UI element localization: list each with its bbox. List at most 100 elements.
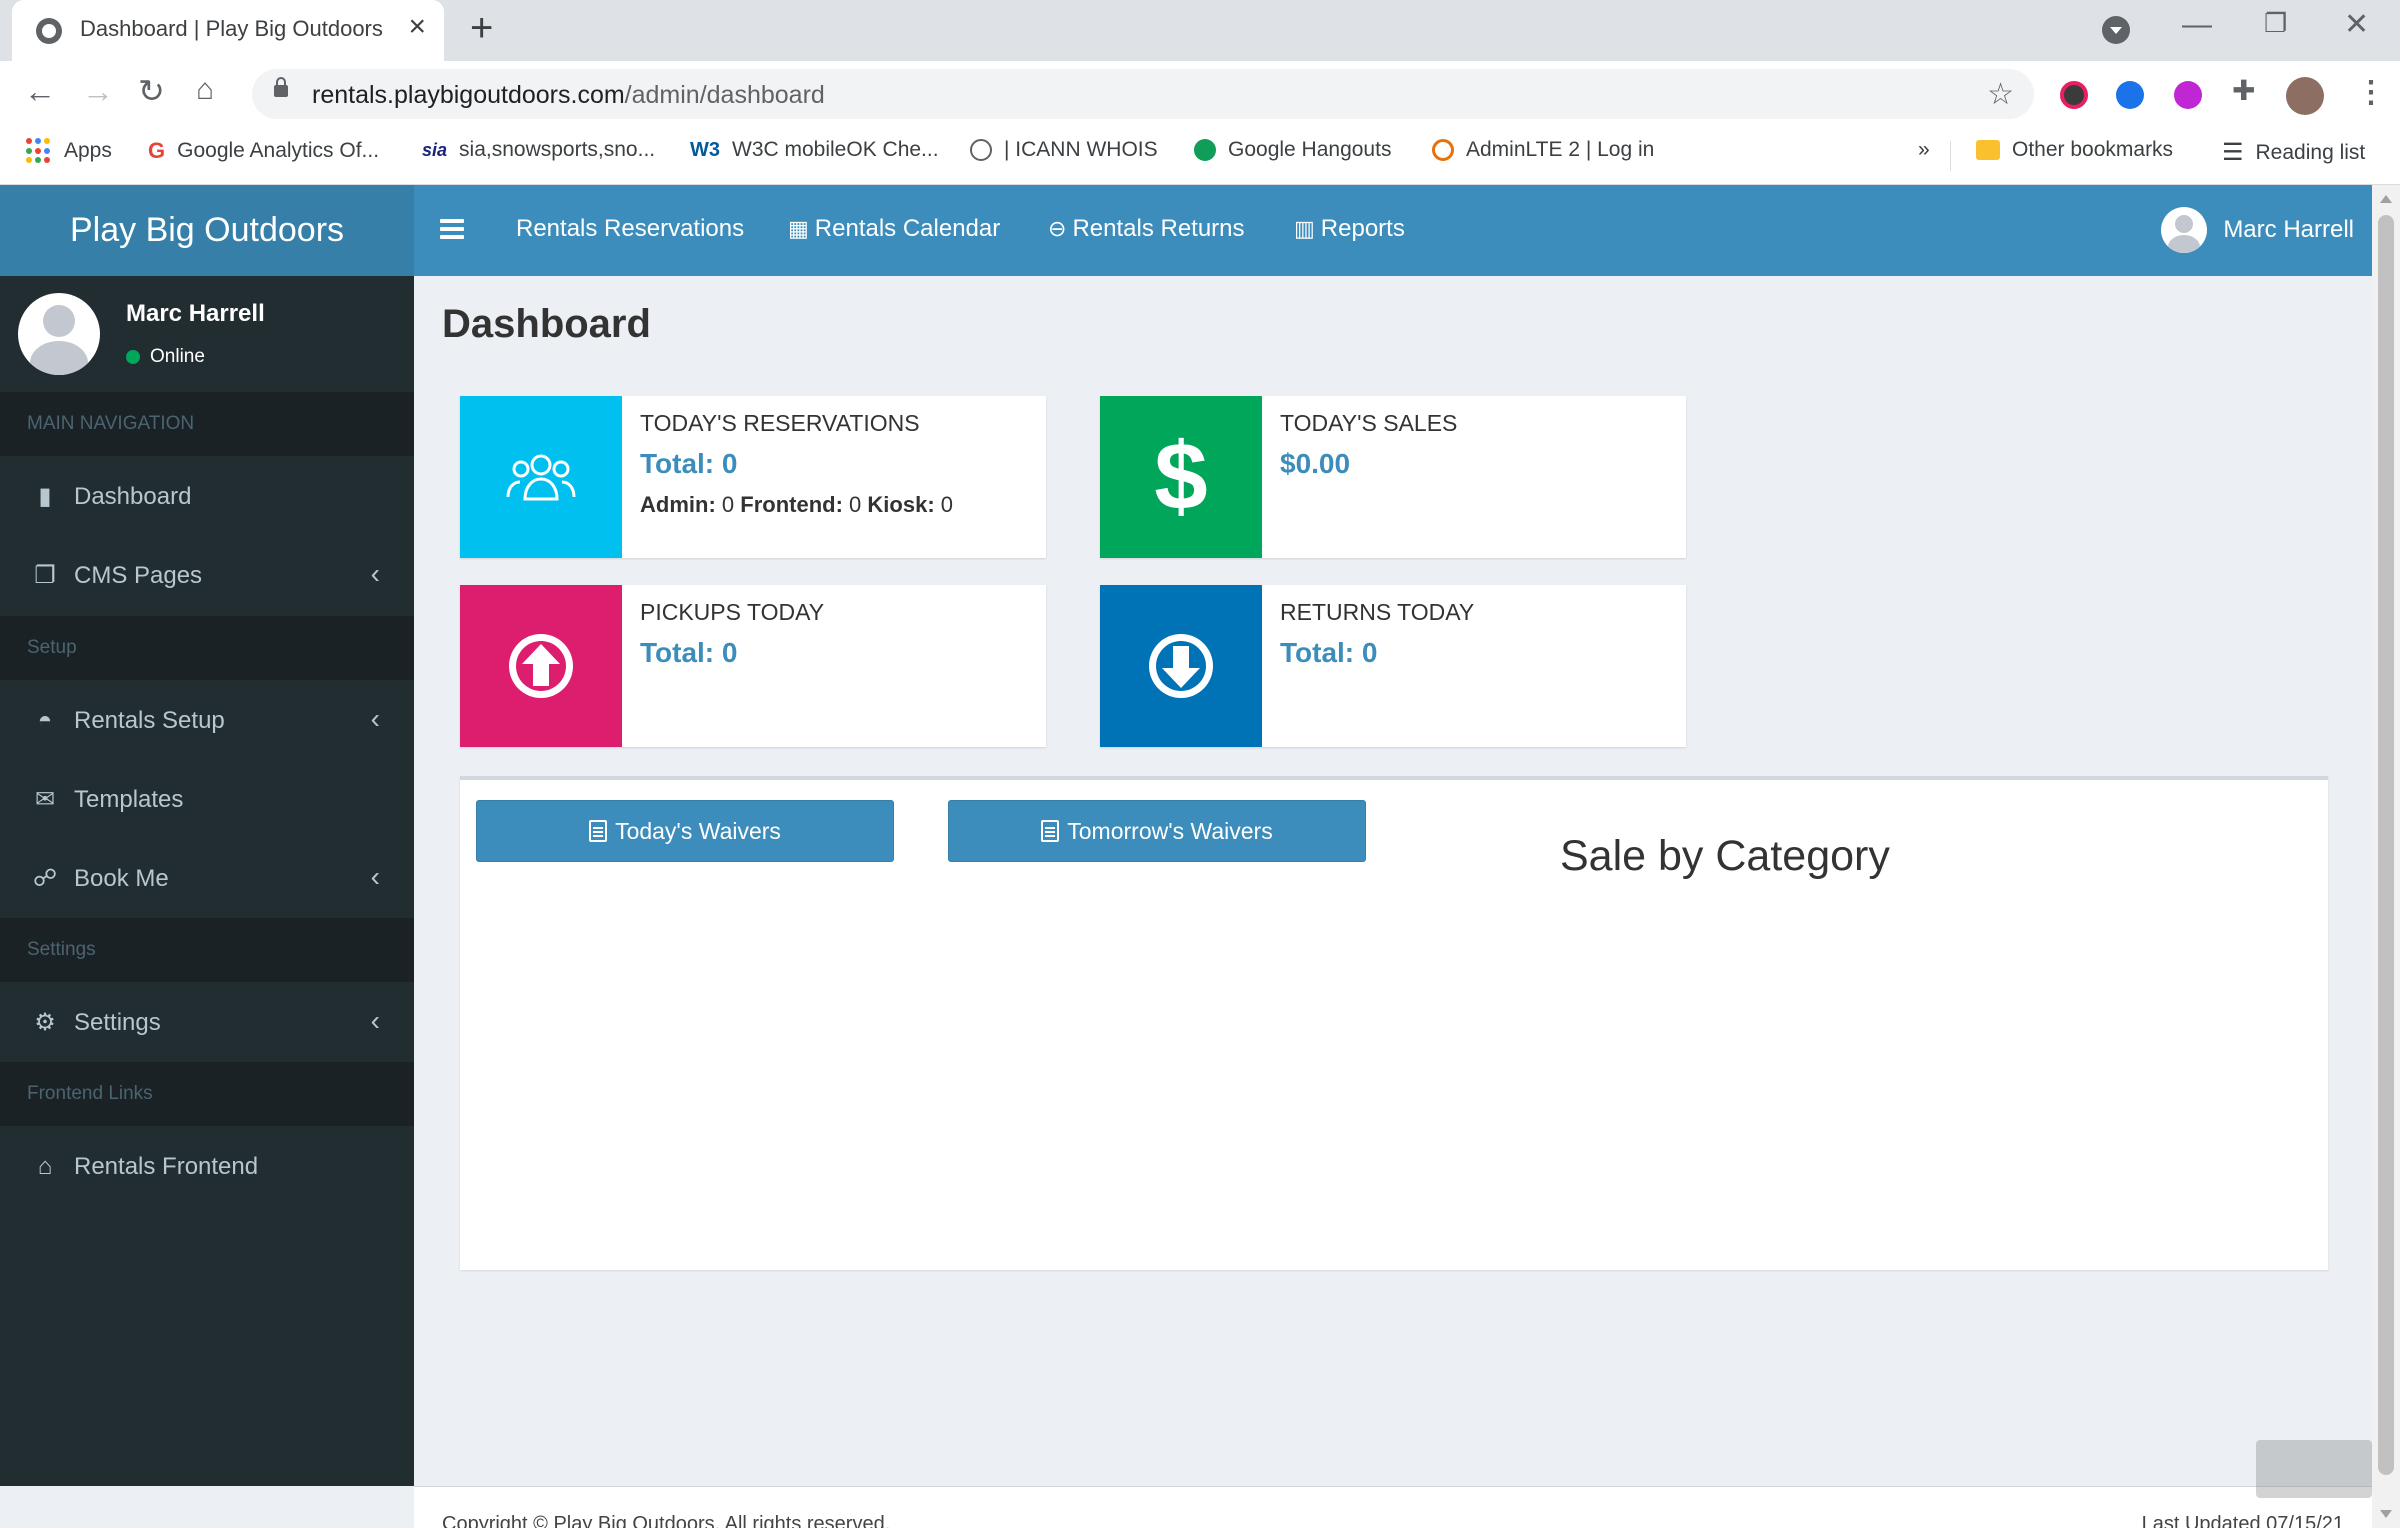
sidebar-item-templates[interactable]: ✉ Templates [0, 760, 414, 839]
sidebar-item-book-me[interactable]: ☍ Book Me ‹ [0, 839, 414, 918]
sidebar: Marc Harrell Online MAIN NAVIGATION ▮ Da… [0, 276, 414, 1486]
app-header: Play Big Outdoors Rentals Reservations ▦… [0, 185, 2372, 276]
reservations-label: TODAY'S RESERVATIONS [640, 410, 920, 436]
tab-title: Dashboard | Play Big Outdoors [80, 16, 383, 41]
extension-icon[interactable] [2116, 81, 2144, 109]
info-box-reservations: TODAY'S RESERVATIONS Total: 0 Admin: 0 F… [460, 396, 1046, 558]
arrow-circle-up-icon [460, 585, 622, 747]
copy-icon: ❐ [34, 562, 56, 589]
puzzle-icon[interactable]: ✚ [2232, 77, 2255, 105]
picture-in-picture-control[interactable] [2256, 1440, 2372, 1498]
todays-waivers-button[interactable]: Today's Waivers [476, 800, 894, 862]
w3c-icon: W3 [690, 138, 720, 161]
other-bookmarks[interactable]: Other bookmarks [1976, 138, 2173, 162]
user-menu[interactable]: Marc Harrell [2161, 207, 2354, 253]
hangouts-icon [1194, 139, 1216, 161]
bookmark-apps[interactable]: Apps [26, 138, 112, 164]
home-icon[interactable]: ⌂ [196, 75, 214, 105]
sia-icon: sia [422, 139, 448, 160]
chevron-left-icon: ‹ [370, 703, 380, 734]
arrow-circle-down-icon [1100, 585, 1262, 747]
bookmark-w3c[interactable]: W3 W3C mobileOK Che... [690, 138, 939, 162]
extension-icon[interactable] [2060, 81, 2088, 109]
address-bar[interactable]: rentals.playbigoutdoors.com/admin/dashbo… [252, 69, 2034, 119]
returns-label: RETURNS TODAY [1280, 599, 1475, 625]
tab-search-icon[interactable] [2102, 16, 2130, 44]
nav-reports[interactable]: ▥ Reports [1294, 215, 1405, 243]
nav-header-main: MAIN NAVIGATION [0, 392, 414, 456]
scroll-down-icon[interactable] [2380, 1510, 2392, 1518]
app-logo[interactable]: Play Big Outdoors [0, 185, 414, 276]
book-icon: ▮ [38, 483, 52, 510]
scroll-up-icon[interactable] [2380, 195, 2392, 203]
sales-total: $0.00 [1280, 448, 1351, 479]
globe-icon [36, 18, 62, 44]
scrollbar-thumb[interactable] [2378, 215, 2394, 1475]
page-footer: Copyright © Play Big Outdoors. All right… [414, 1486, 2372, 1528]
url-text[interactable]: rentals.playbigoutdoors.com/admin/dashbo… [312, 81, 825, 110]
tab-close-icon[interactable]: × [408, 12, 426, 42]
menu-kebab-icon[interactable]: ⋮ [2356, 75, 2386, 110]
envelope-icon: ✉ [34, 786, 56, 813]
reservations-breakdown: Admin: 0 Frontend: 0 Kiosk: 0 [640, 492, 954, 517]
reservations-total: Total: 0 [640, 448, 738, 479]
chevron-left-icon: ‹ [370, 558, 380, 589]
sidebar-item-settings[interactable]: ⚙ Settings ‹ [0, 983, 414, 1062]
sales-label: TODAY'S SALES [1280, 410, 1458, 436]
sidebar-toggle-icon[interactable] [440, 219, 464, 243]
nav-header-frontend-links: Frontend Links [0, 1062, 414, 1126]
page-title: Dashboard [442, 302, 651, 346]
bookmarks-overflow[interactable]: » [1918, 138, 1930, 162]
online-dot-icon [126, 350, 140, 364]
bookmark-google-analytics[interactable]: G Google Analytics Of... [148, 138, 379, 164]
return-circle-icon: ⊖ [1048, 216, 1067, 241]
info-box-sales: $ TODAY'S SALES $0.00 [1100, 396, 1686, 558]
sidebar-item-rentals-frontend[interactable]: ⌂ Rentals Frontend [0, 1127, 414, 1206]
forward-icon[interactable]: → [82, 75, 114, 107]
window-close-icon[interactable]: ✕ [2344, 10, 2369, 40]
chevron-left-icon: ‹ [370, 861, 380, 892]
sidebar-item-dashboard[interactable]: ▮ Dashboard [0, 457, 414, 536]
file-text-icon [589, 820, 608, 842]
minimize-icon[interactable]: — [2182, 10, 2212, 40]
browser-tab[interactable]: Dashboard | Play Big Outdoors × [12, 0, 444, 61]
extension-icon[interactable] [2174, 81, 2202, 109]
sidebar-item-cms-pages[interactable]: ❐ CMS Pages ‹ [0, 536, 414, 615]
chevron-left-icon: ‹ [370, 1005, 380, 1036]
profile-avatar[interactable] [2286, 77, 2324, 115]
bookmarks-bar: Apps G Google Analytics Of... sia sia,sn… [0, 127, 2400, 185]
adminlte-icon [1432, 139, 1454, 161]
footer-updated: Last Updated 07/15/21 [2141, 1513, 2344, 1528]
bookmark-star-icon[interactable]: ☆ [1987, 77, 2014, 112]
folder-icon [1976, 140, 2000, 160]
bookmarks-divider [1950, 141, 1951, 171]
bookmark-sia[interactable]: sia sia,snowsports,sno... [422, 138, 655, 162]
user-avatar [2161, 207, 2208, 253]
nav-rentals-calendar[interactable]: ▦ Rentals Calendar [788, 215, 1000, 243]
reload-icon[interactable]: ↻ [138, 75, 165, 107]
sidebar-item-rentals-setup[interactable]: ◓ Rentals Setup ‹ [0, 681, 414, 760]
calendar-icon: ▦ [788, 216, 809, 241]
home-icon: ⌂ [37, 1152, 53, 1180]
reading-list[interactable]: ☰ Reading list [2222, 138, 2365, 167]
page-scrollbar[interactable] [2372, 185, 2400, 1528]
tomorrows-waivers-button[interactable]: Tomorrow's Waivers [948, 800, 1366, 862]
nav-rentals-returns[interactable]: ⊖ Rentals Returns [1048, 215, 1245, 243]
sidebar-user-panel: Marc Harrell Online [0, 276, 414, 392]
back-icon[interactable]: ← [24, 75, 56, 107]
footer-copyright: Copyright © Play Big Outdoors. All right… [442, 1513, 891, 1528]
bookmark-hangouts[interactable]: Google Hangouts [1194, 138, 1391, 162]
bookmark-icann[interactable]: | ICANN WHOIS [970, 138, 1158, 162]
pickups-label: PICKUPS TODAY [640, 599, 825, 625]
nav-header-setup: Setup [0, 616, 414, 680]
nav-rentals-reservations[interactable]: Rentals Reservations [516, 215, 744, 243]
restore-icon[interactable]: ❐ [2264, 10, 2287, 36]
info-box-pickups: PICKUPS TODAY Total: 0 [460, 585, 1046, 747]
new-tab-icon[interactable]: + [470, 8, 493, 48]
gear-icon: ⚙ [34, 1009, 56, 1036]
nav-header-settings: Settings [0, 918, 414, 982]
icann-icon [970, 139, 992, 161]
info-box-returns: RETURNS TODAY Total: 0 [1100, 585, 1686, 747]
bookmark-adminlte[interactable]: AdminLTE 2 | Log in [1432, 138, 1654, 162]
users-icon [460, 396, 622, 558]
